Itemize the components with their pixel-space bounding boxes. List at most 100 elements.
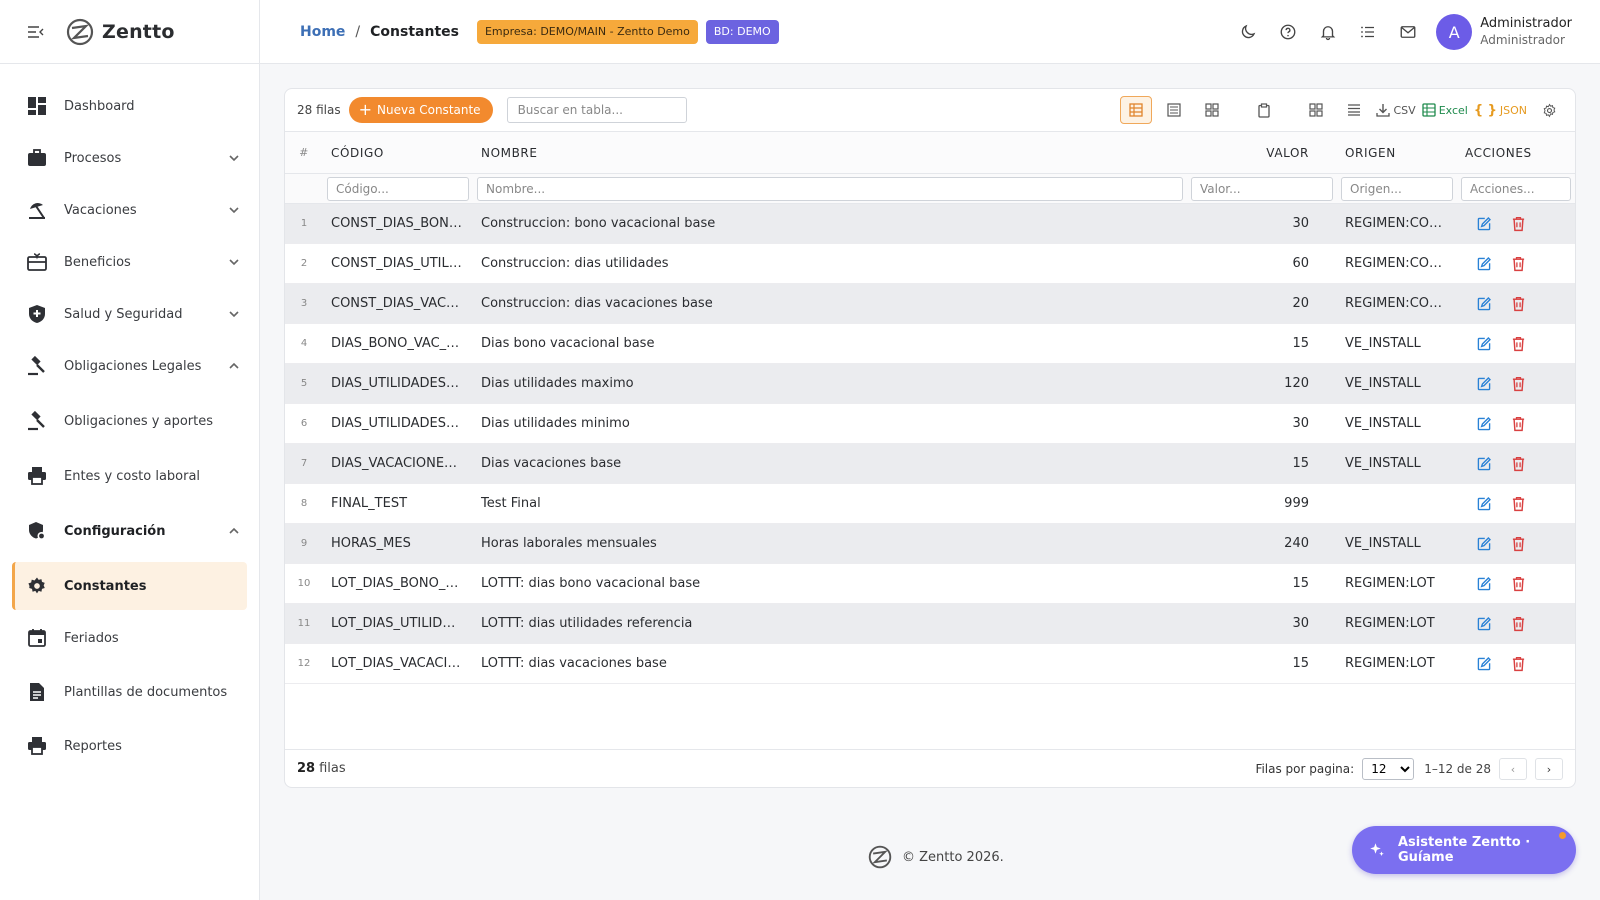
- edit-icon[interactable]: [1473, 373, 1495, 395]
- table-row[interactable]: 12 LOT_DIAS_VACACI… LOTTT: dias vacaciones…: [285, 643, 1575, 684]
- edit-icon[interactable]: [1473, 453, 1495, 475]
- column-header-actions: ACCIONES: [1457, 131, 1575, 174]
- delete-icon[interactable]: [1507, 253, 1529, 275]
- delete-icon[interactable]: [1507, 373, 1529, 395]
- card-view-button[interactable]: [1196, 96, 1228, 124]
- sidebar-item-plantillas-de-documentos[interactable]: Plantillas de documentos: [0, 664, 259, 720]
- sidebar-item-label: Procesos: [64, 150, 122, 166]
- rows-per-page-select[interactable]: 12: [1362, 758, 1415, 780]
- sidebar-item-label: Salud y Seguridad: [64, 306, 183, 322]
- column-header-value[interactable]: VALOR: [1187, 131, 1337, 174]
- chevron-down-icon[interactable]: [227, 255, 241, 269]
- chevron-up-icon[interactable]: [227, 524, 241, 538]
- edit-icon[interactable]: [1473, 533, 1495, 555]
- dark-mode-icon[interactable]: [1228, 12, 1268, 52]
- row-code: LOT_DIAS_UTILID…: [323, 603, 473, 644]
- clipboard-button[interactable]: [1248, 96, 1280, 124]
- delete-icon[interactable]: [1507, 653, 1529, 675]
- sidebar-item-entes-y-costo-laboral[interactable]: Entes y costo laboral: [0, 450, 259, 502]
- filter-actions-input[interactable]: [1461, 176, 1571, 201]
- delete-icon[interactable]: [1507, 613, 1529, 635]
- edit-icon[interactable]: [1473, 573, 1495, 595]
- filter-code-input[interactable]: [327, 176, 469, 201]
- bell-icon[interactable]: [1308, 12, 1348, 52]
- density-button[interactable]: [1338, 96, 1370, 124]
- database-badge[interactable]: BD: DEMO: [705, 19, 779, 44]
- edit-icon[interactable]: [1473, 253, 1495, 275]
- filter-origin-input[interactable]: [1341, 176, 1453, 201]
- admin-settings-icon: [26, 520, 48, 542]
- menu-collapse-icon[interactable]: [26, 22, 46, 42]
- edit-icon[interactable]: [1473, 653, 1495, 675]
- sidebar-item-label: Obligaciones Legales: [64, 358, 202, 374]
- breadcrumb-home[interactable]: Home: [300, 24, 345, 40]
- delete-icon[interactable]: [1507, 413, 1529, 435]
- table-row[interactable]: 9 HORAS_MES Horas laborales mensuales 240 VE…: [285, 523, 1575, 564]
- sidebar-item-reportes[interactable]: Reportes: [0, 720, 259, 772]
- table-row[interactable]: 4 DIAS_BONO_VAC_… Dias bono vacacional bas…: [285, 323, 1575, 364]
- help-icon[interactable]: [1268, 12, 1308, 52]
- edit-icon[interactable]: [1473, 493, 1495, 515]
- sidebar-item-obligaciones-legales[interactable]: Obligaciones Legales: [0, 340, 259, 392]
- table-row[interactable]: 7 DIAS_VACACIONE… Dias vacaciones base 15 VE…: [285, 443, 1575, 484]
- user-avatar[interactable]: A: [1436, 14, 1473, 50]
- delete-icon[interactable]: [1507, 493, 1529, 515]
- chevron-up-icon[interactable]: [227, 359, 241, 373]
- export-excel-button[interactable]: Excel: [1422, 96, 1468, 124]
- edit-icon[interactable]: [1473, 613, 1495, 635]
- chevron-down-icon[interactable]: [227, 203, 241, 217]
- table-row[interactable]: 6 DIAS_UTILIDADES… Dias utilidades minimo 3…: [285, 403, 1575, 444]
- list-view-button[interactable]: [1158, 96, 1190, 124]
- sidebar-item-constantes[interactable]: Constantes: [12, 562, 247, 610]
- table-row[interactable]: 11 LOT_DIAS_UTILID… LOTTT: dias utilidades…: [285, 603, 1575, 644]
- delete-icon[interactable]: [1507, 573, 1529, 595]
- rows-count: 28 filas: [297, 103, 341, 117]
- new-constant-button[interactable]: + Nueva Constante: [348, 97, 493, 123]
- next-page-button[interactable]: ›: [1535, 758, 1563, 780]
- edit-icon[interactable]: [1473, 413, 1495, 435]
- sidebar-item-beneficios[interactable]: Beneficios: [0, 236, 259, 288]
- mail-icon[interactable]: [1388, 12, 1428, 52]
- table-view-button[interactable]: [1120, 96, 1153, 124]
- sidebar-item-salud-y-seguridad[interactable]: Salud y Seguridad: [0, 288, 259, 340]
- edit-icon[interactable]: [1473, 293, 1495, 315]
- edit-icon[interactable]: [1473, 213, 1495, 235]
- column-header-code[interactable]: CÓDIGO: [323, 131, 473, 174]
- table-settings-button[interactable]: [1533, 96, 1565, 124]
- sidebar-item-procesos[interactable]: Procesos: [0, 132, 259, 184]
- delete-icon[interactable]: [1507, 453, 1529, 475]
- sidebar-item-obligaciones-y-aportes[interactable]: Obligaciones y aportes: [0, 392, 259, 450]
- company-badge[interactable]: Empresa: DEMO/MAIN - Zentto Demo: [476, 19, 698, 44]
- sidebar-item-dashboard[interactable]: Dashboard: [0, 80, 259, 132]
- chevron-down-icon[interactable]: [227, 151, 241, 165]
- table-row[interactable]: 3 CONST_DIAS_VAC… Construccion: dias vacac…: [285, 283, 1575, 324]
- table-row[interactable]: 5 DIAS_UTILIDADES… Dias utilidades maximo 1…: [285, 363, 1575, 404]
- edit-icon[interactable]: [1473, 333, 1495, 355]
- filter-value-input[interactable]: [1191, 176, 1333, 201]
- delete-icon[interactable]: [1507, 293, 1529, 315]
- table-row[interactable]: 1 CONST_DIAS_BON… Construccion: bono vacac…: [285, 203, 1575, 244]
- row-origin: VE_INSTALL: [1337, 323, 1457, 364]
- table-row[interactable]: 10 LOT_DIAS_BONO_… LOTTT: dias bono vacaci…: [285, 563, 1575, 604]
- export-json-button[interactable]: { } JSON: [1474, 96, 1527, 124]
- table-row[interactable]: 8 FINAL_TEST Test Final 999: [285, 483, 1575, 524]
- tasks-list-icon[interactable]: [1348, 12, 1388, 52]
- sidebar-item-feriados[interactable]: Feriados: [0, 612, 259, 664]
- filter-name-input[interactable]: [477, 176, 1183, 201]
- columns-button[interactable]: [1300, 96, 1332, 124]
- column-header-origin[interactable]: ORIGEN: [1337, 131, 1457, 174]
- app-logo[interactable]: Zentto: [66, 18, 175, 46]
- export-csv-button[interactable]: CSV: [1376, 96, 1416, 124]
- table-row[interactable]: 2 CONST_DIAS_UTIL… Construccion: dias util…: [285, 243, 1575, 284]
- column-header-name[interactable]: NOMBRE: [473, 131, 1187, 174]
- assistant-button[interactable]: Asistente Zentto · Guíame: [1352, 826, 1576, 874]
- sidebar-item-vacaciones[interactable]: Vacaciones: [0, 184, 259, 236]
- delete-icon[interactable]: [1507, 333, 1529, 355]
- table-search-input[interactable]: [506, 97, 687, 123]
- user-info[interactable]: Administrador Administrador: [1480, 16, 1572, 48]
- delete-icon[interactable]: [1507, 213, 1529, 235]
- prev-page-button[interactable]: ‹: [1499, 758, 1527, 780]
- chevron-down-icon[interactable]: [227, 307, 241, 321]
- delete-icon[interactable]: [1507, 533, 1529, 555]
- sidebar-item-configuracion[interactable]: Configuración: [0, 502, 259, 560]
